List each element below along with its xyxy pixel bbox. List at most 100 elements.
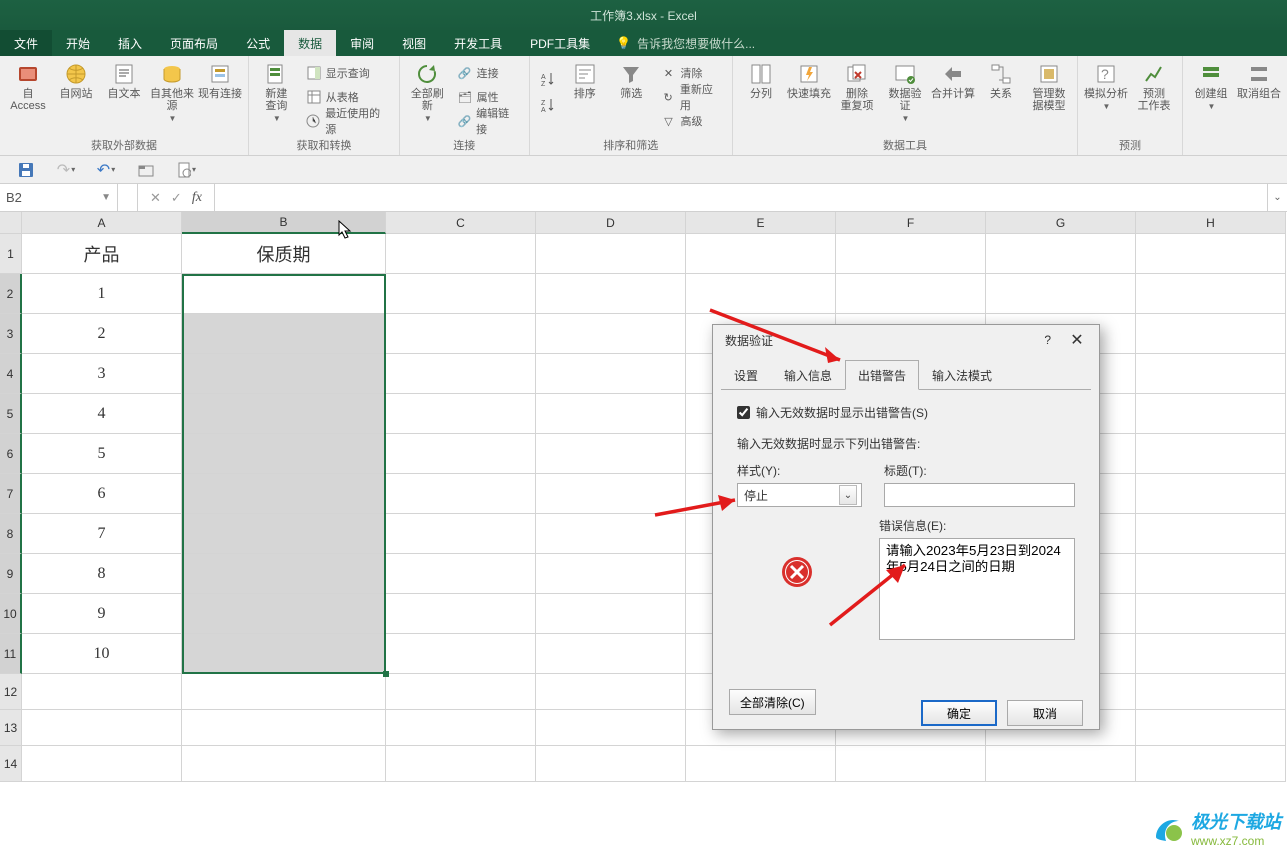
recent-sources-button[interactable]: 最近使用的源: [302, 110, 393, 132]
cell-D1[interactable]: [536, 234, 686, 274]
row-header-7[interactable]: 7: [0, 474, 22, 514]
col-header-E[interactable]: E: [686, 212, 836, 234]
cell[interactable]: [386, 394, 536, 434]
cell[interactable]: [536, 274, 686, 314]
col-header-A[interactable]: A: [22, 212, 182, 234]
edit-links-button[interactable]: 🔗编辑链接: [453, 110, 523, 132]
cell-B9[interactable]: [182, 554, 386, 594]
redo-button[interactable]: ↷▾: [56, 160, 76, 180]
fx-button[interactable]: fx: [192, 190, 202, 206]
expand-formula-bar[interactable]: ⌄: [1267, 184, 1287, 211]
cell[interactable]: [182, 674, 386, 710]
row-header-4[interactable]: 4: [0, 354, 22, 394]
group-button[interactable]: 创建组▼: [1189, 58, 1233, 130]
undo-button[interactable]: ↶▾: [96, 160, 116, 180]
filter-button[interactable]: 筛选: [610, 58, 652, 130]
from-web-button[interactable]: 自网站: [54, 58, 98, 130]
error-msg-input[interactable]: [879, 538, 1075, 640]
row-header-8[interactable]: 8: [0, 514, 22, 554]
relationships-button[interactable]: 关系: [979, 58, 1023, 130]
cell[interactable]: [1136, 474, 1286, 514]
cell[interactable]: [386, 674, 536, 710]
cell-B11[interactable]: [182, 634, 386, 674]
cell-C1[interactable]: [386, 234, 536, 274]
cell[interactable]: [182, 746, 386, 782]
cell[interactable]: [536, 474, 686, 514]
cell[interactable]: [1136, 354, 1286, 394]
show-error-checkbox[interactable]: 输入无效数据时显示出错警告(S): [737, 404, 1075, 421]
dialog-help-button[interactable]: ?: [1044, 333, 1051, 347]
cell[interactable]: [22, 710, 182, 746]
select-all-corner[interactable]: [0, 212, 22, 234]
cell[interactable]: [386, 434, 536, 474]
open-button[interactable]: [136, 160, 156, 180]
advanced-filter-button[interactable]: ▽高级: [657, 110, 727, 132]
row-header-10[interactable]: 10: [0, 594, 22, 634]
new-query-button[interactable]: 新建 查询 ▼: [255, 58, 298, 130]
cell[interactable]: [986, 746, 1136, 782]
cell-B10[interactable]: [182, 594, 386, 634]
tab-view[interactable]: 视图: [388, 30, 440, 56]
row-header-5[interactable]: 5: [0, 394, 22, 434]
enter-formula-button[interactable]: ✓: [171, 190, 182, 206]
cell[interactable]: [1136, 394, 1286, 434]
cell-H1[interactable]: [1136, 234, 1286, 274]
cell[interactable]: [536, 434, 686, 474]
cell-B7[interactable]: [182, 474, 386, 514]
cell[interactable]: [1136, 674, 1286, 710]
cell-B5[interactable]: [182, 394, 386, 434]
ungroup-button[interactable]: 取消组合: [1237, 58, 1281, 130]
sort-button[interactable]: 排序: [564, 58, 606, 130]
col-header-D[interactable]: D: [536, 212, 686, 234]
cell[interactable]: [1136, 274, 1286, 314]
from-text-button[interactable]: 自文本: [102, 58, 146, 130]
cell[interactable]: [836, 274, 986, 314]
cell[interactable]: [386, 274, 536, 314]
row-header-1[interactable]: 1: [0, 234, 22, 274]
refresh-all-button[interactable]: 全部刷新 ▼: [406, 58, 449, 130]
sort-asc-button[interactable]: AZ: [536, 68, 560, 90]
cell-B3[interactable]: [182, 314, 386, 354]
from-access-button[interactable]: 自 Access: [6, 58, 50, 130]
cell-E1[interactable]: [686, 234, 836, 274]
cell-G1[interactable]: [986, 234, 1136, 274]
cell[interactable]: [1136, 710, 1286, 746]
row-header-14[interactable]: 14: [0, 746, 22, 782]
selection-handle[interactable]: [383, 671, 389, 677]
cell-B8[interactable]: [182, 514, 386, 554]
dialog-tab-error-alert[interactable]: 出错警告: [845, 360, 919, 390]
cell[interactable]: [386, 314, 536, 354]
cell[interactable]: [1136, 594, 1286, 634]
save-button[interactable]: [16, 160, 36, 180]
tell-me[interactable]: 💡 告诉我您想要做什么...: [616, 30, 755, 56]
text-to-columns-button[interactable]: 分列: [739, 58, 783, 130]
cell[interactable]: [1136, 314, 1286, 354]
ok-button[interactable]: 确定: [921, 700, 997, 726]
style-select[interactable]: 停止 ⌄: [737, 483, 862, 507]
cell-A9[interactable]: 8: [22, 554, 182, 594]
data-validation-button[interactable]: 数据验 证▼: [883, 58, 927, 130]
cell-A5[interactable]: 4: [22, 394, 182, 434]
title-input[interactable]: [884, 483, 1075, 507]
cell[interactable]: [536, 710, 686, 746]
cell[interactable]: [686, 274, 836, 314]
reapply-button[interactable]: ↻重新应用: [657, 86, 727, 108]
cell[interactable]: [182, 710, 386, 746]
cell[interactable]: [686, 746, 836, 782]
tab-formula[interactable]: 公式: [232, 30, 284, 56]
dialog-tab-settings[interactable]: 设置: [721, 360, 771, 390]
cell[interactable]: [386, 594, 536, 634]
cell[interactable]: [536, 394, 686, 434]
from-other-button[interactable]: 自其他来源 ▼: [150, 58, 194, 130]
tab-data[interactable]: 数据: [284, 30, 336, 56]
tab-pdf[interactable]: PDF工具集: [516, 30, 604, 56]
tab-home[interactable]: 开始: [52, 30, 104, 56]
cancel-button[interactable]: 取消: [1007, 700, 1083, 726]
dialog-titlebar[interactable]: 数据验证 ? ✕: [713, 325, 1099, 355]
tab-review[interactable]: 审阅: [336, 30, 388, 56]
cell[interactable]: [1136, 434, 1286, 474]
existing-conn-button[interactable]: 现有连接: [198, 58, 242, 130]
cell[interactable]: [386, 634, 536, 674]
cell-B2[interactable]: [182, 274, 386, 314]
cell[interactable]: [986, 274, 1136, 314]
